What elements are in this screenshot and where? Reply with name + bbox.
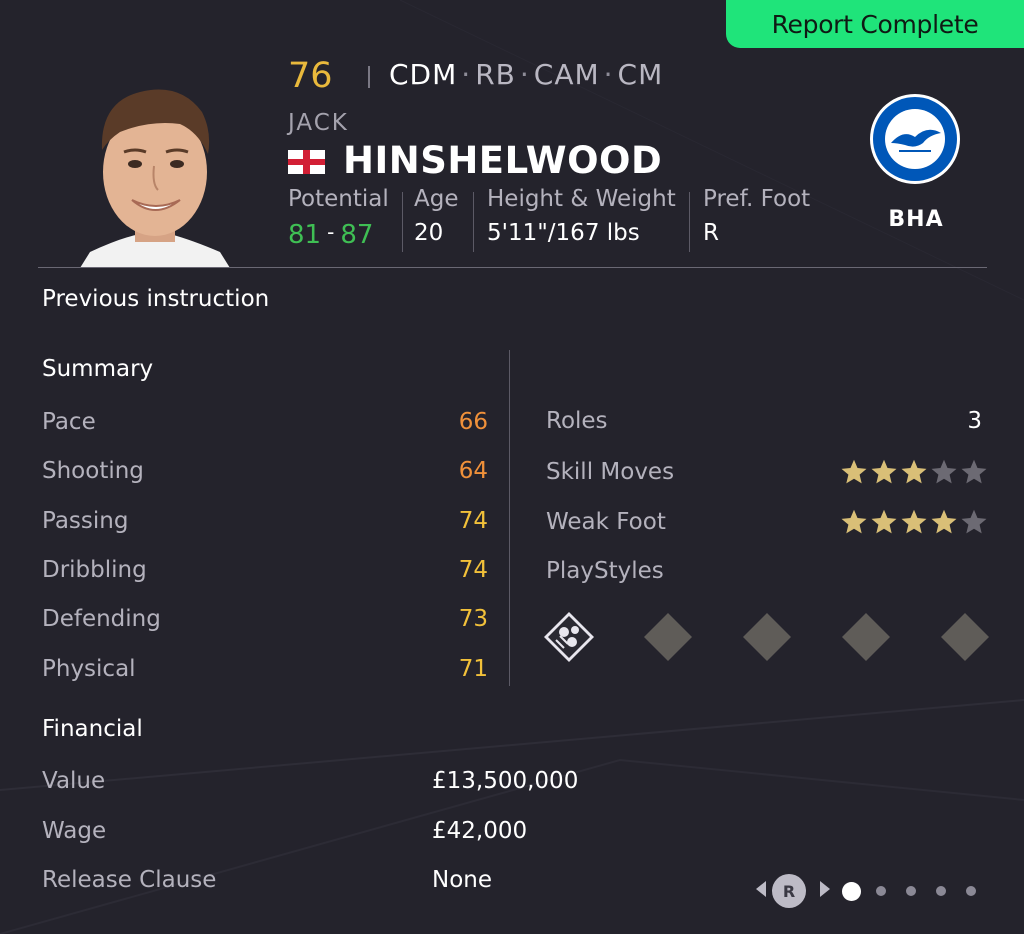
playstyle-empty-slot xyxy=(743,613,791,661)
attribute-row: Dribbling 74 xyxy=(42,557,488,583)
financial-label: Release Clause xyxy=(42,867,217,893)
roles-label: Roles xyxy=(546,408,608,434)
attribute-value: 74 xyxy=(458,508,488,534)
divider xyxy=(473,192,474,252)
attribute-value: 73 xyxy=(458,606,488,632)
star-filled-icon xyxy=(931,509,957,534)
height-weight-label: Height & Weight xyxy=(487,186,676,212)
playstyle-icon[interactable] xyxy=(542,610,596,664)
financial-value: £13,500,000 xyxy=(432,768,579,794)
age-label: Age xyxy=(414,186,459,212)
positions: CDM · RB · CAM · CM xyxy=(389,58,664,91)
star-filled-icon xyxy=(841,459,867,484)
report-complete-badge: Report Complete xyxy=(726,0,1024,48)
star-filled-icon xyxy=(871,459,897,484)
page-dot[interactable] xyxy=(906,886,916,896)
attribute-row: Defending 73 xyxy=(42,606,488,632)
skill-moves-label: Skill Moves xyxy=(546,459,675,485)
attribute-row: Physical 71 xyxy=(42,656,488,682)
page-dot[interactable] xyxy=(876,886,886,896)
page-dot[interactable] xyxy=(936,886,946,896)
divider xyxy=(402,192,403,252)
financial-label: Value xyxy=(42,768,106,794)
divider xyxy=(509,350,510,686)
divider xyxy=(368,66,370,88)
height-weight-stat: Height & Weight 5'11"/167 lbs xyxy=(487,186,676,256)
attribute-row: Pace 66 xyxy=(42,409,488,435)
height-weight-value: 5'11"/167 lbs xyxy=(487,220,640,246)
overall-rating: 76 xyxy=(288,56,333,96)
attribute-name: Defending xyxy=(42,606,161,632)
player-portrait xyxy=(80,62,230,268)
star-filled-icon xyxy=(901,459,927,484)
player-last-name: HINSHELWOOD xyxy=(343,139,663,182)
divider xyxy=(38,267,987,268)
brighton-crest-icon xyxy=(870,94,960,184)
attribute-name: Pace xyxy=(42,409,96,435)
summary-title: Summary xyxy=(42,356,154,382)
star-filled-icon xyxy=(901,509,927,534)
star-empty-icon xyxy=(931,459,957,484)
position-primary: CDM xyxy=(389,58,458,91)
attribute-name: Shooting xyxy=(42,458,144,484)
potential-stat: Potential 81-87 xyxy=(288,186,389,250)
potential-high: 87 xyxy=(340,220,374,250)
playstyle-empty-slot xyxy=(842,613,890,661)
weak-foot-label: Weak Foot xyxy=(546,509,666,535)
position-alt: CM xyxy=(617,58,664,91)
position-alt: CAM xyxy=(533,58,600,91)
r-button[interactable]: R xyxy=(772,874,806,908)
financial-value: £42,000 xyxy=(432,818,528,844)
attribute-value: 74 xyxy=(458,557,488,583)
playstyle-empty-slot xyxy=(941,613,989,661)
pref-foot-stat: Pref. Foot R xyxy=(703,186,810,256)
financial-label: Wage xyxy=(42,818,107,844)
attribute-value: 64 xyxy=(458,458,488,484)
divider xyxy=(689,192,690,252)
england-flag-icon xyxy=(288,150,325,174)
chevron-right-icon[interactable] xyxy=(820,881,830,897)
attribute-row: Shooting 64 xyxy=(42,458,488,484)
chevron-left-icon[interactable] xyxy=(756,881,766,897)
star-filled-icon xyxy=(871,509,897,534)
age-stat: Age 20 xyxy=(414,186,458,256)
playstyles-row: PlayStyles xyxy=(546,558,988,584)
page-dot[interactable] xyxy=(842,882,861,901)
playstyle-empty-slot xyxy=(644,613,692,661)
player-first-name: JACK xyxy=(288,110,349,136)
playstyles-list xyxy=(542,610,994,666)
star-filled-icon xyxy=(841,509,867,534)
attribute-row: Passing 74 xyxy=(42,508,488,534)
pref-foot-value: R xyxy=(703,220,719,246)
roles-row: Roles 3 xyxy=(546,408,988,434)
club-abbreviation: BHA xyxy=(888,207,944,232)
financial-value: None xyxy=(432,867,493,893)
playstyles-label: PlayStyles xyxy=(546,558,664,584)
potential-label: Potential xyxy=(288,186,389,212)
attribute-name: Passing xyxy=(42,508,129,534)
page-dot[interactable] xyxy=(966,886,976,896)
weak-foot-rating xyxy=(840,508,988,536)
attribute-name: Physical xyxy=(42,656,136,682)
skill-moves-rating xyxy=(840,458,988,486)
pref-foot-label: Pref. Foot xyxy=(703,186,811,212)
star-empty-icon xyxy=(961,459,987,484)
age-value: 20 xyxy=(414,220,444,246)
star-empty-icon xyxy=(961,509,987,534)
attribute-value: 71 xyxy=(458,656,488,682)
attribute-value: 66 xyxy=(458,409,488,435)
previous-instruction-link[interactable]: Previous instruction xyxy=(42,286,269,312)
page-navigation: R xyxy=(756,874,986,910)
position-alt: RB xyxy=(475,58,516,91)
weak-foot-row: Weak Foot xyxy=(546,508,988,536)
skill-moves-row: Skill Moves xyxy=(546,458,988,486)
potential-low: 81 xyxy=(288,220,322,250)
financial-title: Financial xyxy=(42,716,143,742)
attribute-name: Dribbling xyxy=(42,557,147,583)
roles-value: 3 xyxy=(967,408,982,434)
